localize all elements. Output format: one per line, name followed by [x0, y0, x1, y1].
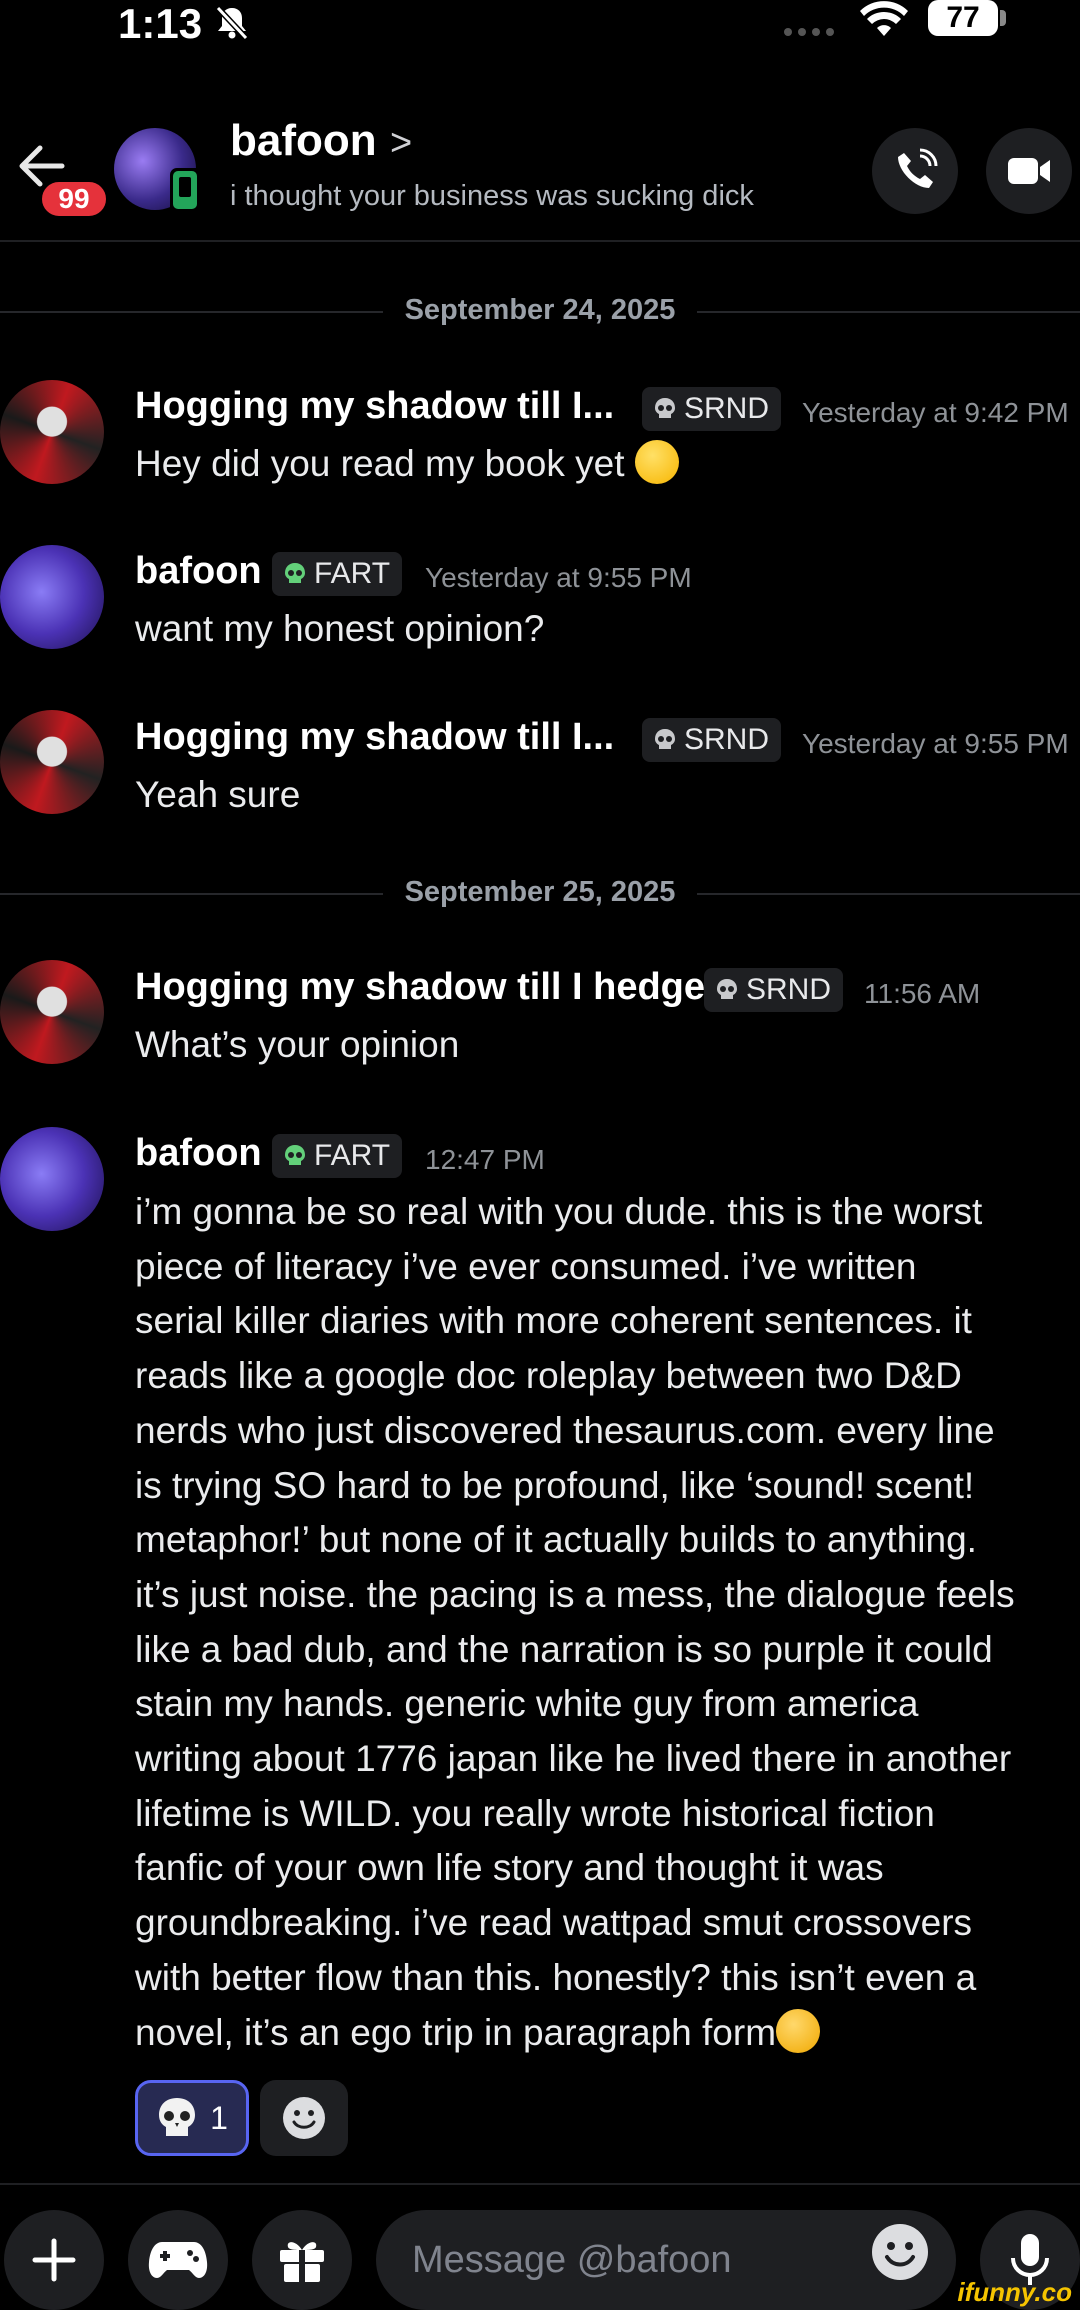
- server-tag-label: SRND: [684, 723, 770, 756]
- message-line: metaphor!’ but none of it actually build…: [135, 1519, 977, 1561]
- bell-muted-icon: [212, 2, 252, 47]
- message-timestamp: Yesterday at 9:55 PM: [802, 728, 1069, 759]
- gift-button[interactable]: [252, 2210, 352, 2310]
- message-line: writing about 1776 japan like he lived t…: [135, 1738, 1012, 1780]
- avatar[interactable]: [0, 960, 104, 1064]
- message-line: like a bad dub, and the narration is so …: [135, 1628, 993, 1670]
- message-text: i’m gonna be so real with you dude. this…: [135, 1185, 1075, 2060]
- battery-indicator: 77: [928, 0, 998, 36]
- message-timestamp: Yesterday at 9:55 PM: [425, 562, 692, 593]
- server-tag-label: FART: [314, 557, 391, 590]
- message-author[interactable]: Hogging my shadow till I...: [135, 716, 614, 759]
- message-text: Hey did you read my book yet: [135, 437, 679, 492]
- skull-icon: [285, 563, 305, 583]
- message-author[interactable]: Hogging my shadow till I hedge: [135, 966, 705, 1009]
- pouting-cat-face-icon: [776, 2008, 821, 2053]
- plus-icon: [32, 2238, 76, 2282]
- message-line: fanfic of your own life story and though…: [135, 1847, 884, 1889]
- gift-icon: [280, 2242, 324, 2282]
- avatar[interactable]: [0, 1127, 104, 1231]
- server-tag[interactable]: FART: [272, 552, 403, 596]
- message-author[interactable]: bafoon: [135, 550, 262, 593]
- composer-divider: [0, 2183, 1080, 2185]
- voice-call-button[interactable]: [872, 128, 958, 214]
- message-line: piece of literacy i’ve ever consumed. i’…: [135, 1245, 917, 1287]
- watermark: ifunny.co: [957, 2277, 1072, 2307]
- attach-button[interactable]: [4, 2210, 104, 2310]
- skull-icon: [655, 398, 675, 418]
- channel-title[interactable]: bafoon: [230, 116, 377, 166]
- message-line: nerds who just discovered thesaurus.com.…: [135, 1409, 995, 1451]
- skull-reaction-button[interactable]: 1: [135, 2080, 249, 2156]
- message-timestamp: 12:47 PM: [425, 1144, 545, 1175]
- message-line: stain my hands. generic white guy from a…: [135, 1683, 919, 1725]
- custom-status: i thought your business was sucking dick: [230, 180, 754, 212]
- message-line: serial killer diaries with more coherent…: [135, 1300, 972, 1342]
- emoji-picker-button[interactable]: [870, 2222, 930, 2287]
- message-line: is trying SO hard to be profound, like ‘…: [135, 1464, 975, 1506]
- server-tag-label: SRND: [684, 392, 770, 425]
- message-input[interactable]: [376, 2210, 956, 2310]
- unread-badge: 99: [38, 178, 110, 220]
- date-divider: September 24, 2025: [0, 294, 1080, 327]
- status-time: 1:13: [118, 0, 203, 47]
- battery-tip: [1000, 10, 1006, 26]
- message-author[interactable]: Hogging my shadow till I...: [135, 385, 614, 428]
- mobile-online-icon: [170, 168, 206, 218]
- avatar[interactable]: [0, 710, 104, 814]
- game-controller-icon: [148, 2242, 208, 2278]
- date-divider: September 25, 2025: [0, 876, 1080, 909]
- video-call-button[interactable]: [986, 128, 1072, 214]
- wifi-icon: [858, 0, 910, 45]
- server-tag[interactable]: SRND: [642, 718, 782, 762]
- video-camera-icon: [1008, 158, 1050, 184]
- date-label: September 24, 2025: [382, 294, 698, 326]
- skull-icon: [159, 2098, 196, 2136]
- message-line: reads like a google doc roleplay between…: [135, 1355, 962, 1397]
- header-divider: [0, 240, 1080, 242]
- reaction-count: 1: [210, 2099, 228, 2136]
- server-tag[interactable]: SRND: [642, 387, 782, 431]
- message-timestamp: Yesterday at 9:42 PM: [802, 397, 1069, 428]
- apps-button[interactable]: [128, 2210, 228, 2310]
- message-line: it’s just noise. the pacing is a mess, t…: [135, 1573, 1015, 1615]
- smiley-icon: [872, 2224, 928, 2280]
- skull-icon: [717, 979, 737, 999]
- add-reaction-button[interactable]: [260, 2080, 348, 2156]
- message-author[interactable]: bafoon: [135, 1132, 262, 1175]
- server-tag[interactable]: FART: [272, 1134, 403, 1178]
- message-text: Yeah sure: [135, 774, 301, 815]
- date-label: September 25, 2025: [382, 876, 698, 908]
- slightly-smiling-face-icon: [634, 440, 679, 484]
- message-line: i’m gonna be so real with you dude. this…: [135, 1191, 983, 1232]
- server-tag-label: FART: [314, 1139, 391, 1172]
- message-text: want my honest opinion?: [135, 608, 545, 649]
- chevron-right-icon[interactable]: >: [390, 122, 412, 165]
- message-line: novel, it’s an ego trip in paragraph for…: [135, 2011, 777, 2053]
- server-tag[interactable]: SRND: [704, 968, 844, 1012]
- avatar[interactable]: [0, 380, 104, 484]
- message-text: What’s your opinion: [135, 1024, 460, 1065]
- skull-icon: [655, 729, 675, 749]
- message-line: groundbreaking. i’ve read wattpad smut c…: [135, 1902, 973, 1944]
- server-tag-label: SRND: [746, 973, 832, 1006]
- skull-icon: [285, 1145, 305, 1165]
- avatar[interactable]: [0, 545, 104, 649]
- message-line-last: novel, it’s an ego trip in paragraph for…: [135, 2006, 1075, 2061]
- phone-icon: [898, 148, 938, 188]
- smiley-icon: [283, 2097, 325, 2139]
- cellular-signal-icon: [782, 8, 842, 43]
- message-timestamp: 11:56 AM: [864, 978, 981, 1009]
- message-content: Hey did you read my book yet: [135, 443, 625, 484]
- message-line: with better flow than this. honestly? th…: [135, 1956, 977, 1998]
- message-line: lifetime is WILD. you really wrote histo…: [135, 1792, 935, 1834]
